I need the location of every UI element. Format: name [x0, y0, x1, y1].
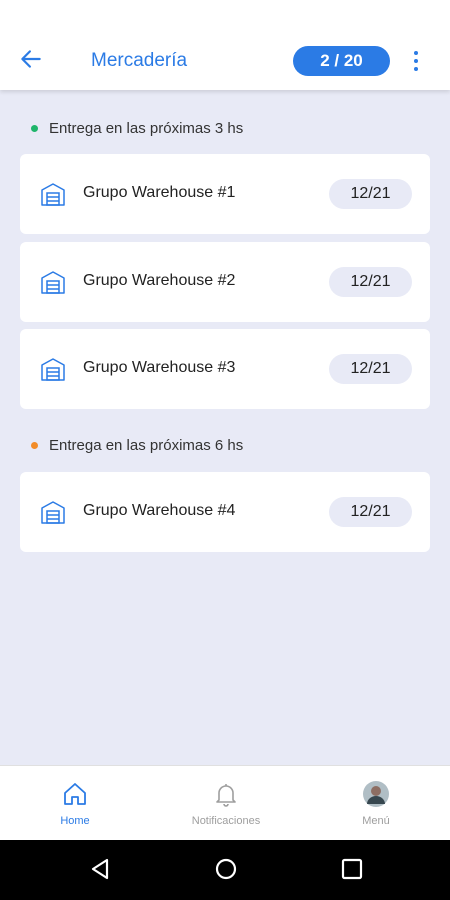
warehouse-icon — [41, 358, 65, 381]
back-arrow-icon[interactable] — [18, 46, 44, 72]
system-recents-icon[interactable] — [340, 857, 364, 881]
bottom-navigation: Home Notificaciones Menú — [0, 765, 450, 841]
bell-icon — [216, 784, 236, 807]
warehouse-name: Grupo Warehouse #3 — [83, 359, 236, 376]
system-home-icon[interactable] — [214, 857, 238, 881]
nav-menu-label: Menú — [362, 815, 390, 827]
nav-home[interactable]: Home — [20, 780, 130, 827]
system-nav-bar — [0, 840, 450, 900]
more-options-icon[interactable] — [408, 48, 424, 74]
nav-menu[interactable]: Menú — [321, 780, 431, 827]
home-icon — [64, 783, 86, 805]
warehouse-card-4[interactable]: Grupo Warehouse #4 12/21 — [20, 472, 430, 552]
section-header-3hs: Entrega en las próximas 3 hs — [31, 120, 243, 137]
date-badge: 12/21 — [329, 179, 412, 209]
status-dot-green — [31, 125, 38, 132]
warehouse-card-2[interactable]: Grupo Warehouse #2 12/21 — [20, 242, 430, 322]
nav-notifications[interactable]: Notificaciones — [171, 780, 281, 827]
warehouse-icon — [41, 183, 65, 206]
warehouse-card-3[interactable]: Grupo Warehouse #3 12/21 — [20, 329, 430, 409]
nav-notifications-label: Notificaciones — [191, 815, 261, 827]
warehouse-name: Grupo Warehouse #1 — [83, 184, 236, 201]
app-bar: Mercadería 2 / 20 — [0, 0, 450, 90]
date-badge: 12/21 — [329, 497, 412, 527]
avatar — [363, 781, 389, 807]
date-badge: 12/21 — [329, 354, 412, 384]
warehouse-icon — [41, 501, 65, 524]
warehouse-name: Grupo Warehouse #2 — [83, 272, 236, 289]
warehouse-icon — [41, 271, 65, 294]
page-title: Mercadería — [91, 50, 188, 71]
warehouse-name: Grupo Warehouse #4 — [83, 502, 236, 519]
item-counter-badge[interactable]: 2 / 20 — [293, 46, 390, 76]
date-badge: 12/21 — [329, 267, 412, 297]
status-dot-orange — [31, 442, 38, 449]
section-label: Entrega en las próximas 6 hs — [49, 437, 244, 454]
warehouse-card-1[interactable]: Grupo Warehouse #1 12/21 — [20, 154, 430, 234]
nav-home-label: Home — [60, 815, 90, 827]
section-label: Entrega en las próximas 3 hs — [49, 120, 244, 137]
system-back-icon[interactable] — [88, 857, 112, 881]
section-header-6hs: Entrega en las próximas 6 hs — [31, 437, 243, 454]
